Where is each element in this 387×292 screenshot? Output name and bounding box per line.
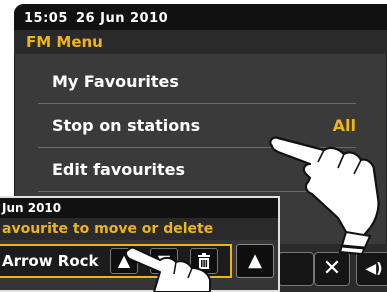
station-name: Arrow Rock: [2, 252, 99, 270]
menu-item-label: Stop on stations: [52, 116, 201, 135]
popup-status-date: Jun 2010: [0, 198, 278, 218]
volume-icon: ◀): [365, 261, 383, 277]
menu-item-my-favourites[interactable]: My Favourites: [38, 60, 356, 104]
menu-title: FM Menu: [14, 30, 387, 54]
pointing-hand-icon: [269, 136, 380, 256]
close-icon: ✕: [322, 256, 342, 281]
arrow-up-icon: ▲: [248, 250, 262, 271]
status-bar: 15:05 26 Jun 2010: [14, 4, 387, 30]
popup-title: avourite to move or delete: [0, 218, 278, 240]
pointing-hand-icon: [124, 246, 211, 292]
menu-item-label: Edit favourites: [52, 160, 186, 179]
status-date: 26 Jun 2010: [76, 11, 169, 26]
status-time: 15:05: [24, 11, 68, 26]
menu-item-label: My Favourites: [52, 72, 179, 91]
